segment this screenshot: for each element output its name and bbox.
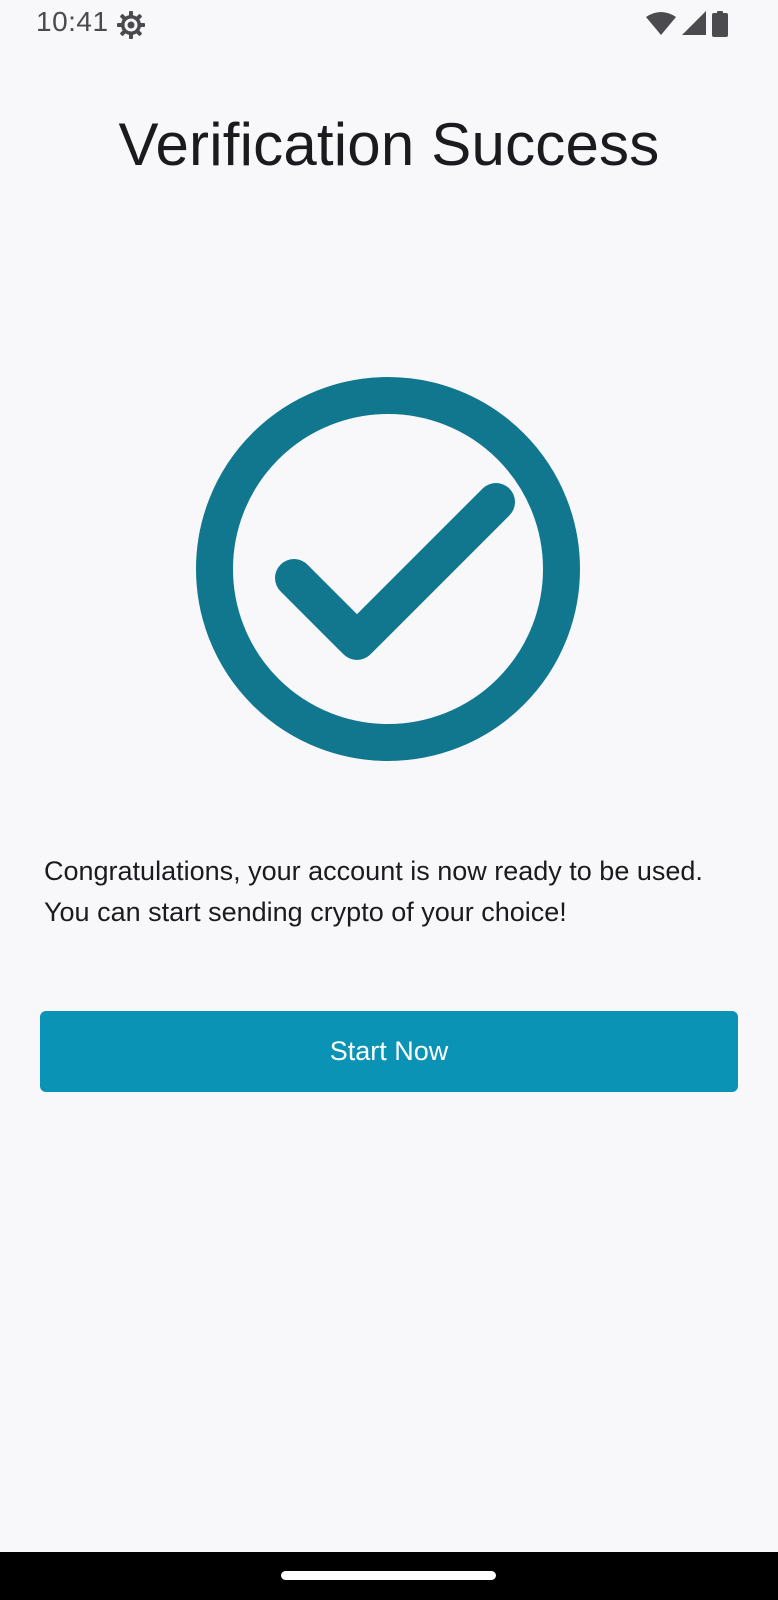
cellular-signal-icon [682, 11, 706, 40]
wifi-icon [646, 11, 676, 40]
message-line-1: Congratulations, your account is now rea… [44, 856, 703, 886]
home-indicator[interactable] [281, 1571, 496, 1580]
navigation-bar [0, 1552, 778, 1600]
page-title: Verification Success [118, 111, 660, 178]
message-line-2: You can start sending crypto of your cho… [44, 897, 567, 927]
battery-icon [712, 11, 728, 42]
status-time: 10:41 [36, 6, 109, 37]
settings-gear-icon [116, 10, 146, 40]
status-bar: 10:41 [0, 0, 778, 52]
checkmark-circle-icon [196, 377, 580, 761]
status-icons [646, 11, 728, 39]
success-message: Congratulations, your account is now rea… [44, 851, 744, 933]
start-now-button[interactable]: Start Now [40, 1011, 738, 1092]
